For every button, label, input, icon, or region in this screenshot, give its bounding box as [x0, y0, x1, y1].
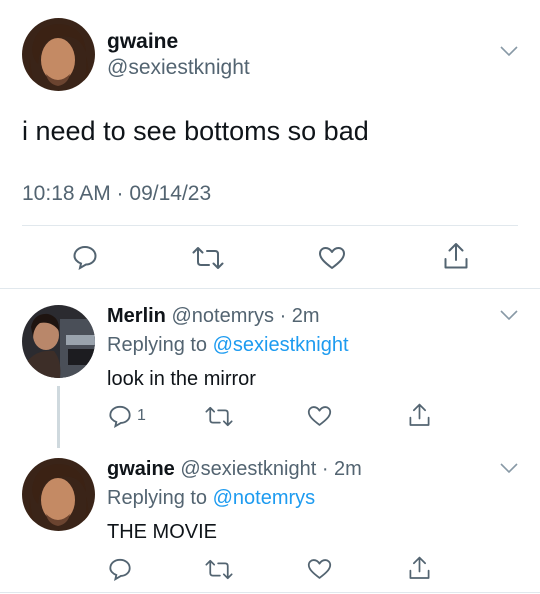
retweet-icon[interactable]: [192, 246, 224, 275]
author-avatar[interactable]: [22, 18, 95, 91]
reply-handle-time[interactable]: @notemrys · 2m: [171, 305, 319, 327]
divider: [22, 225, 518, 226]
thread-line: [57, 386, 60, 448]
replying-to-label: Replying to: [107, 487, 213, 509]
share-icon[interactable]: [408, 555, 431, 586]
reply-handle-time[interactable]: @sexiestknight · 2m: [180, 458, 361, 480]
reply-icon[interactable]: [108, 404, 132, 433]
reply-icon[interactable]: [72, 244, 98, 275]
reply-icon[interactable]: [108, 557, 132, 586]
reply-avatar[interactable]: [22, 458, 95, 531]
replying-to: Replying to @notemrys: [107, 487, 315, 510]
divider: [0, 592, 540, 593]
author-name[interactable]: gwaine: [107, 30, 178, 54]
like-icon[interactable]: [307, 405, 332, 432]
chevron-down-icon[interactable]: [499, 44, 519, 63]
share-icon[interactable]: [408, 402, 431, 433]
mention-link[interactable]: @notemrys: [213, 487, 316, 509]
replying-to: Replying to @sexiestknight: [107, 334, 349, 357]
author-handle[interactable]: @sexiestknight: [107, 56, 250, 80]
like-icon[interactable]: [318, 246, 346, 275]
mention-link[interactable]: @sexiestknight: [213, 334, 349, 356]
like-icon[interactable]: [307, 558, 332, 585]
reply-text: THE MOVIE: [107, 521, 218, 543]
tweet-text: i need to see bottoms so bad: [22, 116, 369, 146]
chevron-down-icon[interactable]: [499, 461, 519, 480]
reply-author-name[interactable]: gwaine: [107, 458, 175, 480]
reply-text: look in the mirror: [107, 368, 256, 390]
retweet-icon[interactable]: [205, 406, 233, 432]
tweet-timestamp[interactable]: 10:18 AM · 09/14/23: [22, 182, 211, 206]
reply-count: 1: [137, 407, 146, 424]
reply-avatar[interactable]: [22, 305, 95, 378]
divider: [0, 288, 540, 289]
reply-author-name[interactable]: Merlin: [107, 305, 166, 327]
share-icon[interactable]: [443, 241, 469, 276]
replying-to-label: Replying to: [107, 334, 213, 356]
reply-header: Merlin @notemrys · 2m: [107, 305, 320, 328]
chevron-down-icon[interactable]: [499, 308, 519, 327]
reply-header: gwaine @sexiestknight · 2m: [107, 458, 362, 481]
retweet-icon[interactable]: [205, 559, 233, 585]
